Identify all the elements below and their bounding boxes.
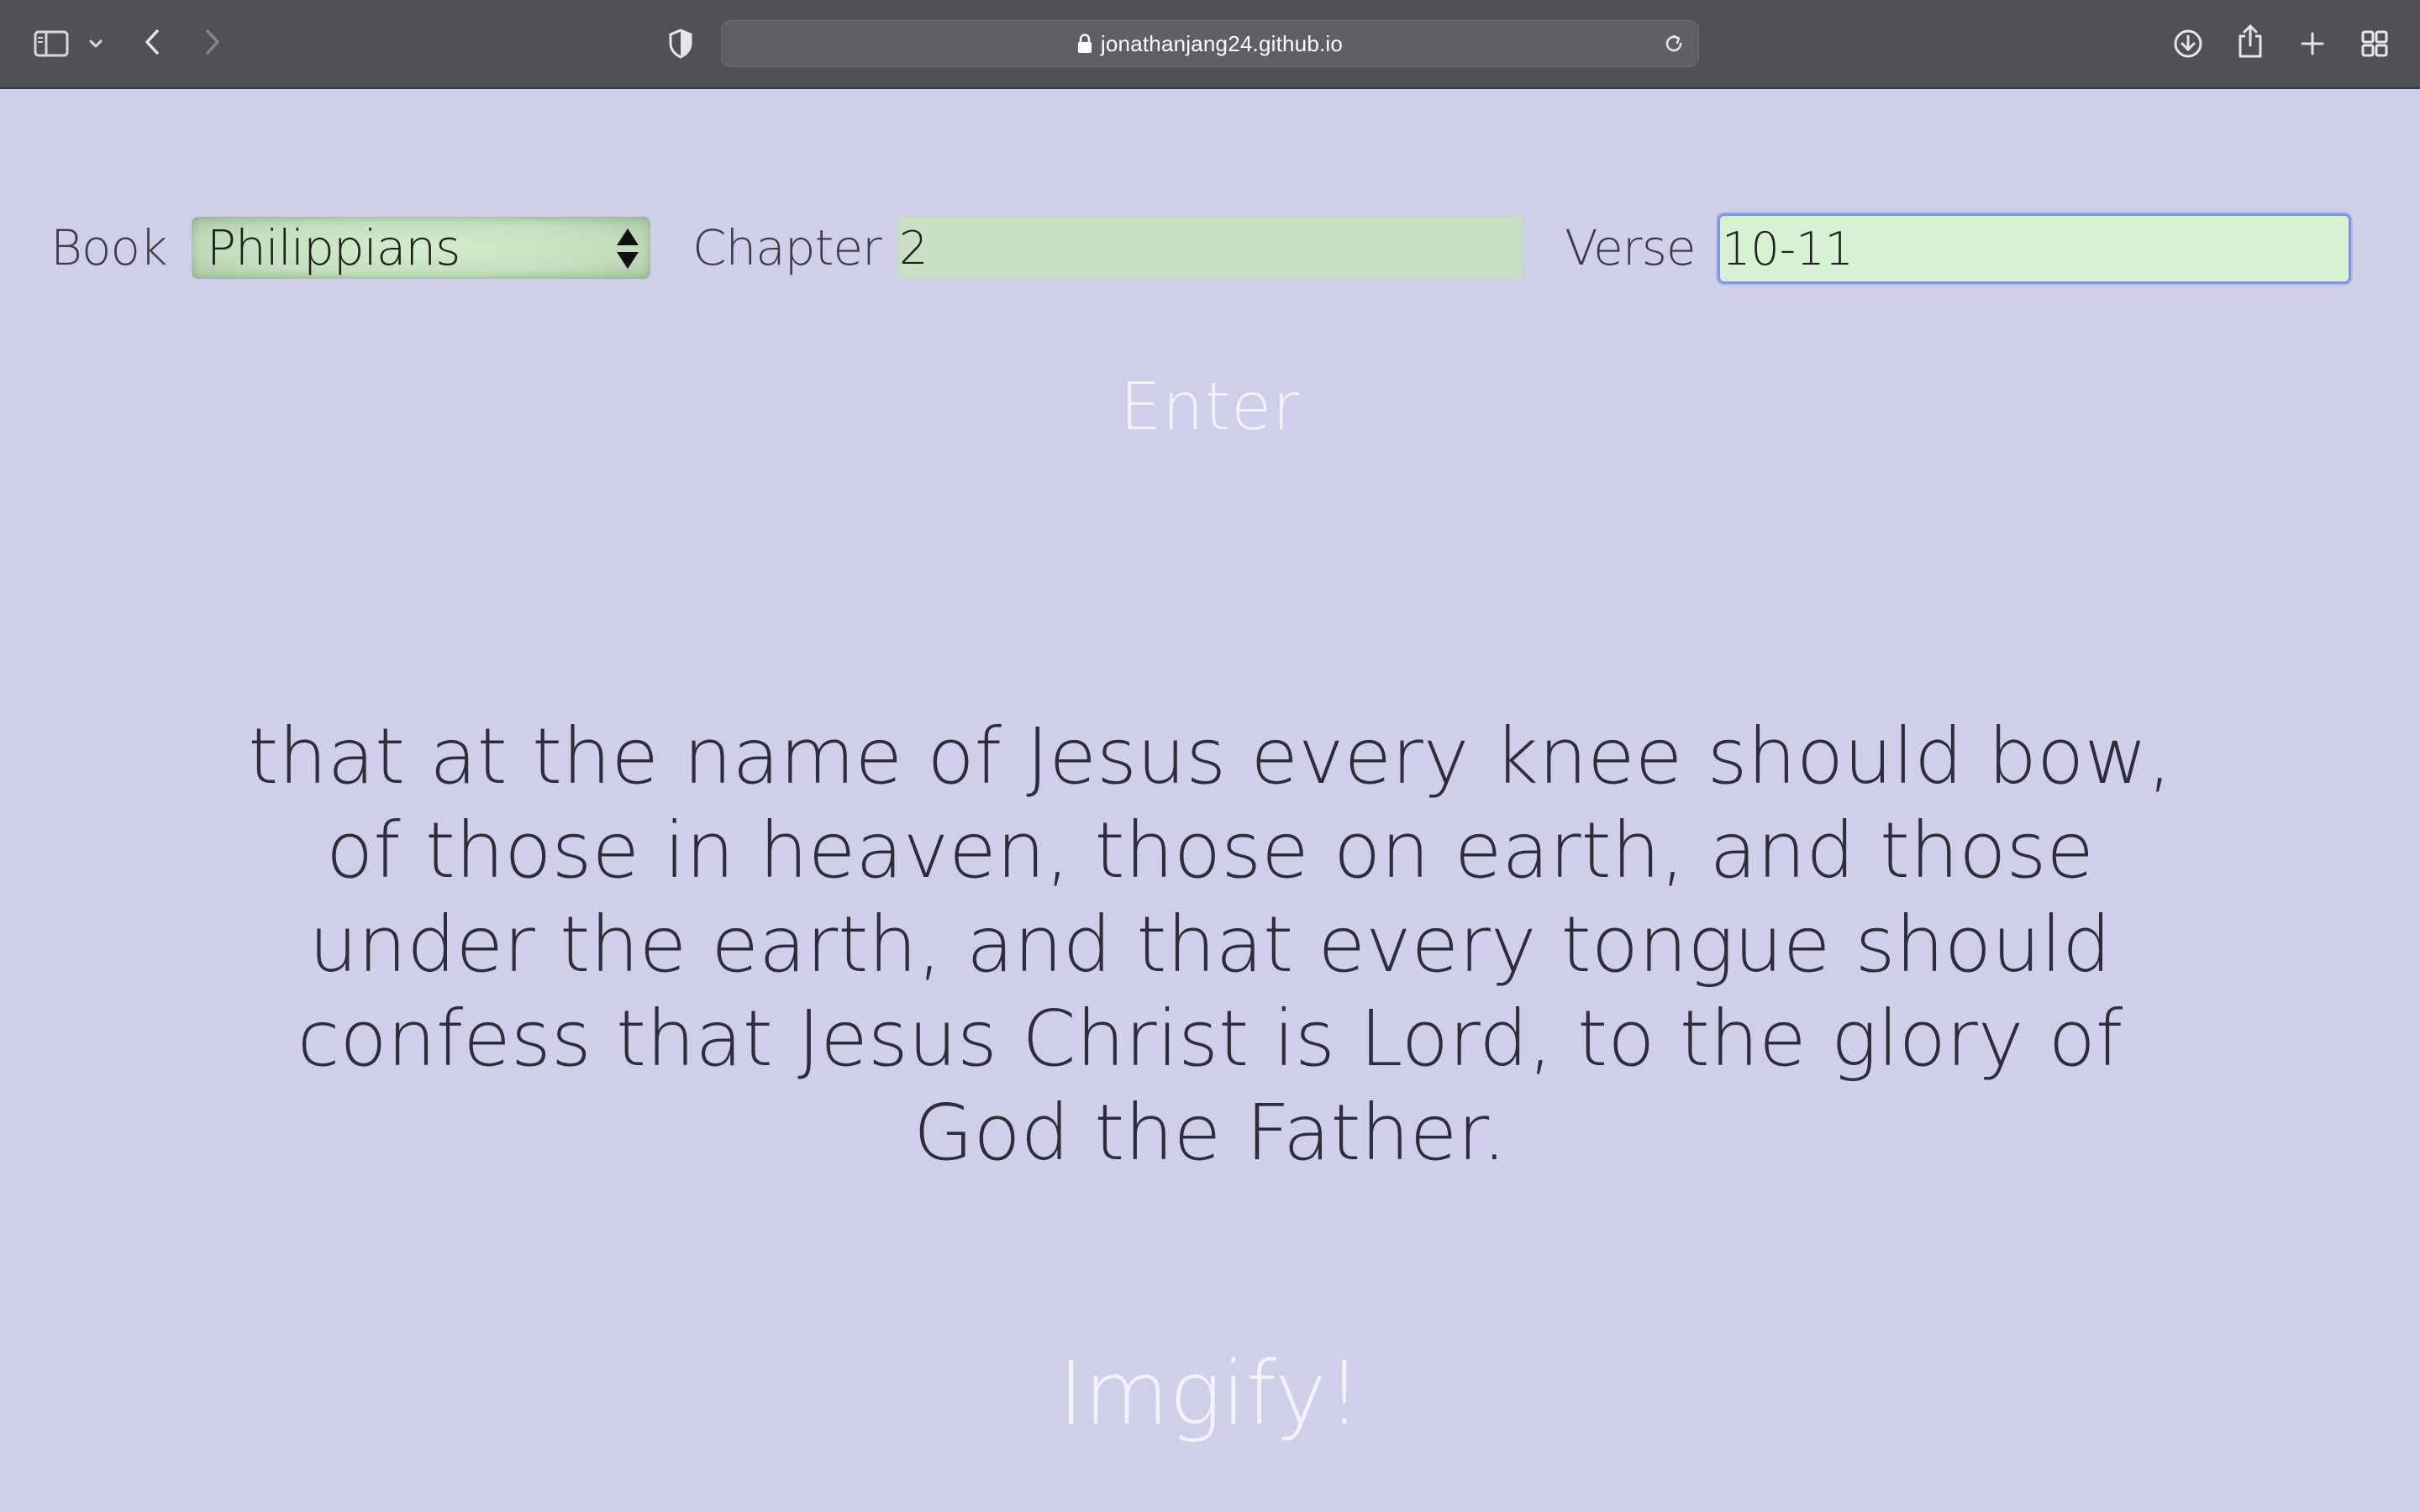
verse-label: Verse (1565, 219, 1697, 276)
chapter-input-value: 2 (899, 221, 929, 275)
chapter-input[interactable]: 2 (897, 217, 1523, 279)
verse-input[interactable]: 10-11 (1718, 213, 2351, 284)
book-select-value: Philippians (207, 219, 460, 276)
url-text: jonathanjang24.github.io (1100, 30, 1344, 56)
book-label: Book (50, 219, 168, 276)
plus-icon[interactable] (2296, 27, 2329, 60)
verse-input-value: 10-11 (1722, 222, 1854, 276)
download-icon[interactable] (2171, 25, 2205, 62)
lock-icon (1077, 34, 1092, 54)
share-icon[interactable] (2233, 22, 2267, 60)
reload-icon[interactable] (1662, 32, 1686, 55)
forward-arrow-icon[interactable] (198, 25, 227, 59)
updown-arrows-icon (615, 225, 640, 276)
imgify-button[interactable]: Imgify! (0, 1342, 2420, 1445)
shield-icon[interactable] (664, 27, 697, 60)
browser-toolbar: jonathanjang24.github.io (0, 0, 2420, 89)
address-bar[interactable]: jonathanjang24.github.io (721, 20, 1699, 67)
grid-icon[interactable] (2358, 27, 2391, 60)
chevron-down-icon[interactable] (86, 34, 106, 54)
enter-button[interactable]: Enter (0, 370, 2420, 445)
back-arrow-icon[interactable] (138, 25, 166, 59)
chapter-label: Chapter (692, 219, 882, 276)
sidebar-icon[interactable] (32, 27, 71, 60)
verse-text-display: that at the name of Jesus every knee sho… (248, 711, 2172, 1178)
book-select[interactable]: Philippians (192, 217, 650, 279)
reference-form: Book Philippians Chapter 2 Verse 10-11 (0, 210, 2420, 286)
